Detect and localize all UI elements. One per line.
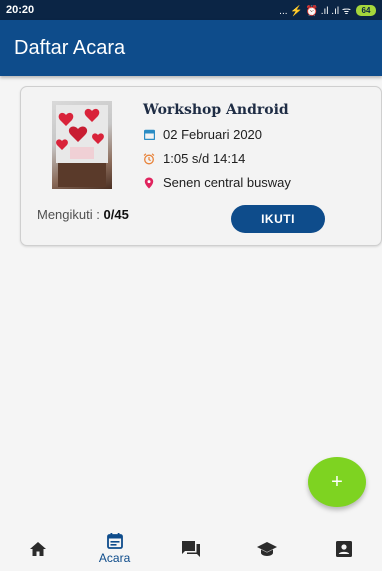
- ikuti-button[interactable]: IKUTI: [231, 205, 325, 233]
- nav-item-acara[interactable]: Acara: [85, 526, 145, 571]
- chat-icon: [181, 540, 200, 557]
- alarm-clock-icon: [143, 152, 155, 165]
- nav-item-home[interactable]: [8, 526, 68, 571]
- location-pin-icon: [143, 177, 155, 189]
- event-time-row: 1:05 s/d 14:14: [143, 151, 245, 166]
- add-event-button[interactable]: +: [308, 457, 366, 507]
- event-thumbnail: [52, 101, 112, 189]
- plus-icon: +: [331, 470, 343, 493]
- event-location-row: Senen central busway: [143, 175, 291, 190]
- status-icons: ... ⚡ ⏰ .ıl .ıl ᯤ 64: [279, 3, 376, 17]
- event-title: Workshop Android: [143, 102, 289, 118]
- page-title: Daftar Acara: [14, 36, 126, 59]
- followers-count: 0/45: [103, 207, 129, 222]
- status-icons-text: ... ⚡ ⏰ .ıl .ıl ᯤ: [279, 6, 351, 17]
- followers-label: Mengikuti :: [37, 207, 100, 222]
- event-time: 1:05 s/d 14:14: [163, 151, 246, 166]
- battery-icon: 64: [356, 4, 376, 16]
- nav-item-chat[interactable]: [161, 526, 221, 571]
- event-card[interactable]: Workshop Android 02 Februari 2020 1:05 s…: [20, 86, 382, 246]
- status-time: 20:20: [6, 4, 35, 16]
- profile-icon: [335, 540, 352, 557]
- app-bar: Daftar Acara: [0, 20, 382, 76]
- followers-info: Mengikuti : 0/45: [37, 207, 129, 222]
- calendar-icon: [106, 533, 123, 549]
- home-icon: [30, 541, 47, 556]
- bottom-navigation: Acara: [0, 526, 382, 571]
- nav-item-profile[interactable]: [314, 526, 374, 571]
- calendar-icon: [143, 129, 155, 141]
- nav-item-school[interactable]: [237, 526, 297, 571]
- school-icon: [257, 541, 278, 556]
- event-date-row: 02 Februari 2020: [143, 127, 262, 142]
- event-location: Senen central busway: [163, 175, 291, 190]
- status-bar: 20:20 ... ⚡ ⏰ .ıl .ıl ᯤ 64: [0, 0, 382, 20]
- event-date: 02 Februari 2020: [163, 127, 263, 142]
- nav-label-acara: Acara: [98, 551, 131, 565]
- event-thumbnail-art: [56, 105, 108, 187]
